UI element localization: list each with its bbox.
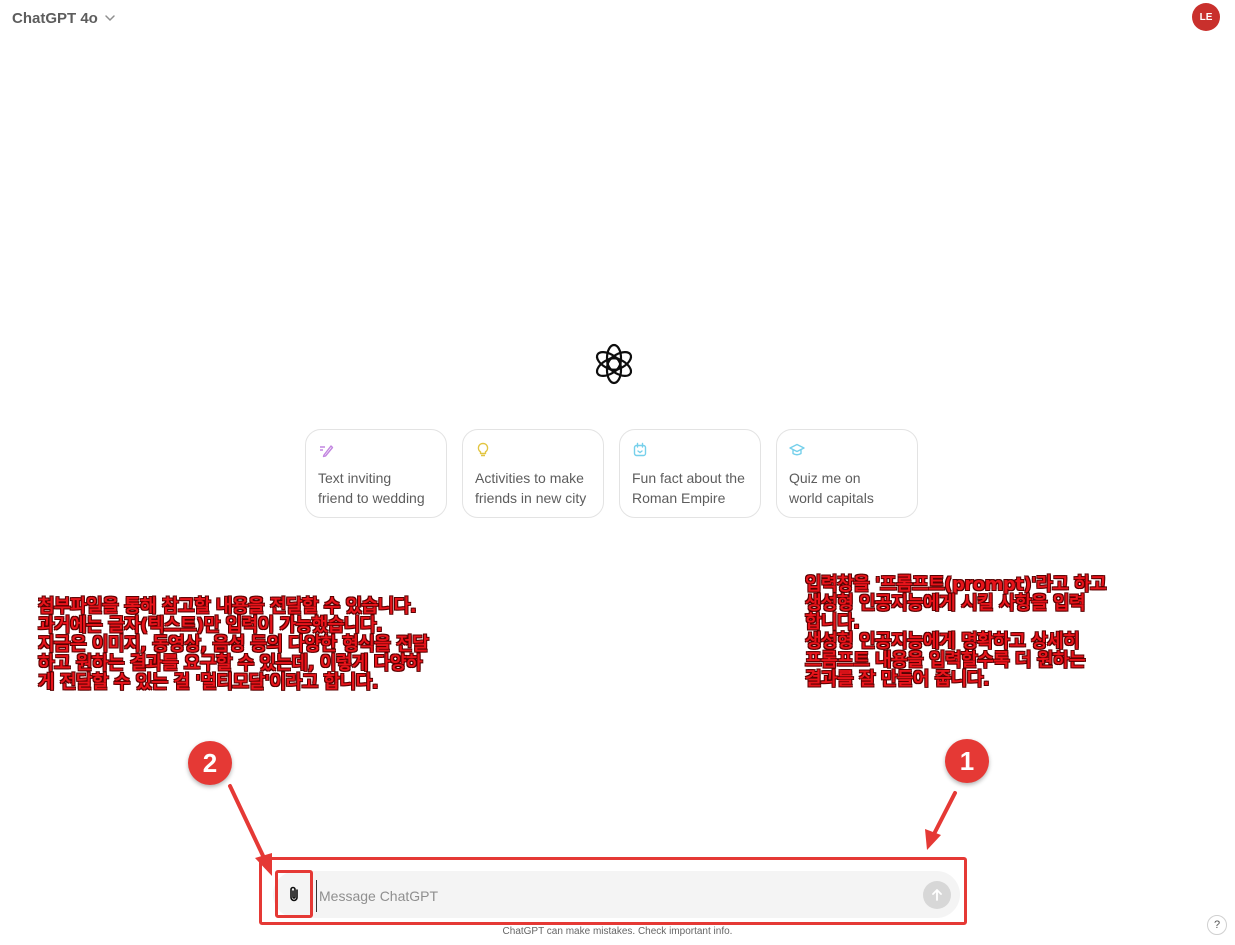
openai-logo-icon: [595, 343, 633, 385]
chevron-down-icon: [105, 15, 115, 22]
step-badge-2: 2: [188, 741, 232, 785]
suggestion-card-activities[interactable]: Activities to make friends in new city: [462, 429, 604, 518]
disclaimer-text: ChatGPT can make mistakes. Check importa…: [502, 926, 733, 937]
multimodal-annotation: 첨부파일을 통해 참고할 내용을 전달할 수 있습니다. 과거에는 글자(텍스트…: [38, 596, 429, 693]
model-switcher[interactable]: ChatGPT 4o: [12, 7, 116, 29]
suggestion-card-wedding[interactable]: Text inviting friend to wedding: [305, 429, 447, 518]
pen-icon: [320, 445, 334, 458]
suggestion-card-roman[interactable]: Fun fact about the Roman Empire: [619, 429, 761, 518]
calendar-icon: [633, 442, 647, 457]
message-input[interactable]: [316, 880, 911, 912]
suggestion-label: Quiz me on world capitals: [789, 470, 874, 506]
model-name: ChatGPT 4o: [12, 9, 98, 27]
arrow-to-composer: [932, 791, 957, 836]
suggestion-label: Activities to make friends in new city: [475, 470, 587, 506]
suggestion-label: Fun fact about the Roman Empire: [632, 470, 745, 506]
arrow-to-attach: [228, 784, 267, 862]
attach-button[interactable]: [275, 870, 313, 918]
arrow-up-icon: [932, 889, 942, 901]
lightbulb-icon: [477, 442, 489, 457]
suggestion-card-quiz[interactable]: Quiz me on world capitals: [776, 429, 918, 518]
paperclip-icon: [290, 886, 298, 902]
send-button[interactable]: [923, 881, 951, 909]
arrow-head-composer: [925, 829, 941, 850]
step-badge-1: 1: [945, 739, 989, 783]
avatar[interactable]: LE: [1192, 3, 1220, 31]
suggestion-cards: Text inviting friend to wedding Activiti…: [305, 429, 918, 518]
prompt-annotation: 입력창을 '프롬프트(prompt)'라고 하고 생성형 인공지능에게 시킬 사…: [805, 574, 1107, 690]
suggestion-label: Text inviting friend to wedding: [318, 470, 425, 506]
graduation-cap-icon: [789, 443, 805, 456]
help-button[interactable]: ?: [1207, 915, 1227, 935]
